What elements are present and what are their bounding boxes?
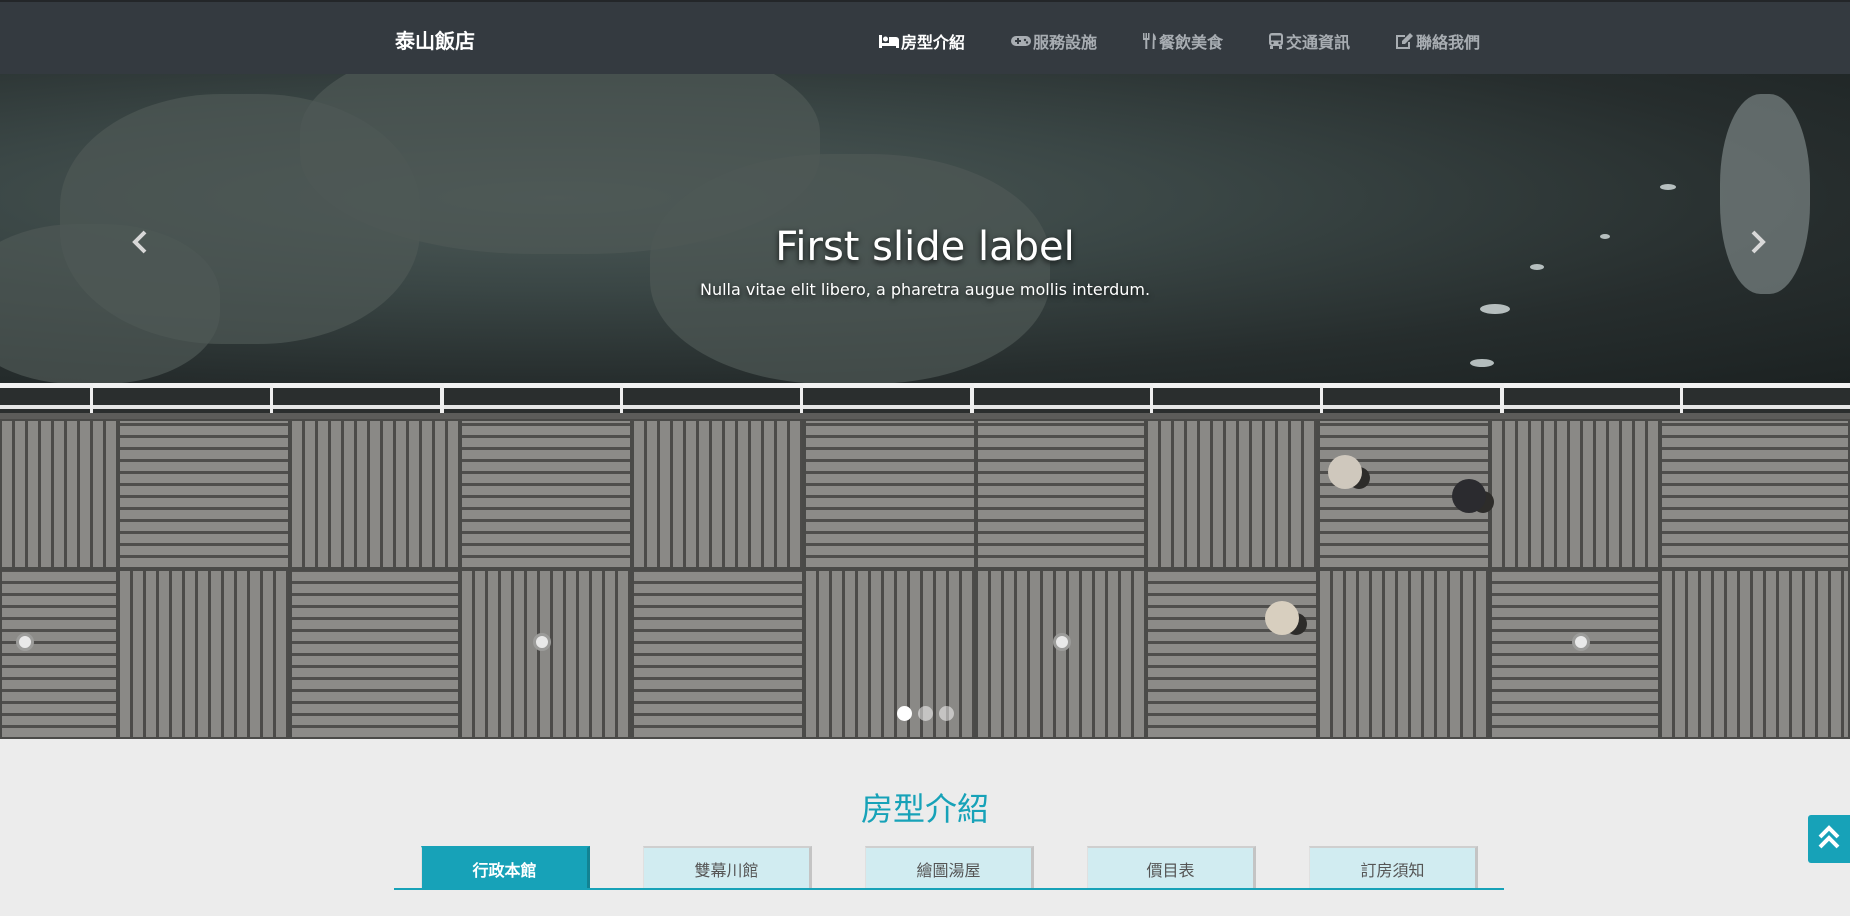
carousel-next-button[interactable] [1728, 214, 1788, 274]
section-title: 房型介紹 [860, 790, 989, 828]
bus-icon [1268, 33, 1284, 49]
deck-panel [1146, 419, 1318, 569]
gamepad-icon [1011, 34, 1031, 48]
navbar: 泰山飯店 房型介紹 服務設施 餐飲美食 交通資訊 聯絡我們 [0, 0, 1850, 74]
nav-label: 交通資訊 [1286, 33, 1351, 52]
tab-price-list[interactable]: 價目表 [1087, 846, 1256, 889]
foam-shape [1470, 359, 1494, 367]
tab-shuangmu-river[interactable]: 雙幕川館 [643, 846, 812, 889]
tab-booking-notes[interactable]: 訂房須知 [1309, 846, 1478, 889]
nav-item-dining[interactable]: 餐飲美食 [1143, 29, 1223, 53]
nav-label: 房型介紹 [901, 33, 966, 52]
slide-caption-title: First slide label [775, 224, 1075, 270]
carousel-indicator-3[interactable] [938, 706, 954, 721]
nav-item-rooms[interactable]: 房型介紹 [879, 29, 965, 53]
deck-panel [632, 419, 804, 569]
nav-item-transport[interactable]: 交通資訊 [1268, 29, 1350, 53]
tab-executive-main[interactable]: 行政本館 [421, 846, 590, 889]
nav-item-contact[interactable]: 聯絡我們 [1396, 29, 1480, 53]
nav-label: 餐飲美食 [1159, 33, 1224, 52]
deck-panel [118, 419, 290, 569]
deck-lamp [1053, 633, 1071, 651]
pedestrian [1328, 455, 1362, 489]
chevron-left-icon [132, 230, 148, 258]
bed-icon [879, 34, 899, 48]
boardwalk [0, 419, 1850, 739]
tab-label: 行政本館 [472, 860, 537, 880]
tab-label: 繪圖湯屋 [916, 860, 981, 880]
pedestrian [1265, 601, 1299, 635]
tab-label: 價目表 [1146, 860, 1195, 880]
double-chevron-up-icon [1817, 823, 1841, 855]
carousel-indicator-1[interactable] [896, 706, 912, 721]
nav-label: 服務設施 [1033, 33, 1098, 52]
railing [0, 383, 1850, 419]
carousel-prev-button[interactable] [110, 214, 170, 274]
hero-carousel: First slide label Nulla vitae elit liber… [0, 74, 1850, 739]
back-to-top-button[interactable] [1808, 815, 1850, 863]
pedestrian [1452, 479, 1486, 513]
deck-panel [1490, 419, 1660, 569]
deck-panel [976, 419, 1146, 569]
slide-caption-text: Nulla vitae elit libero, a pharetra augu… [699, 280, 1151, 299]
nav-item-facilities[interactable]: 服務設施 [1011, 29, 1097, 53]
deck-panel [290, 419, 460, 569]
tabs-underline [394, 888, 1504, 890]
deck-panel [1660, 419, 1850, 569]
foam-shape [1480, 304, 1510, 314]
nav-label: 聯絡我們 [1416, 33, 1481, 52]
tab-painting-spa[interactable]: 繪圖湯屋 [865, 846, 1034, 889]
deck-panel [0, 419, 118, 569]
brand-logo-text[interactable]: 泰山飯店 [395, 25, 475, 54]
chevron-right-icon [1750, 230, 1766, 258]
carousel-indicator-2[interactable] [917, 706, 933, 721]
edit-icon [1396, 33, 1414, 49]
carousel-indicators [0, 706, 1850, 721]
deck-lamp [533, 633, 551, 651]
utensils-icon [1143, 33, 1157, 49]
deck-lamp [16, 633, 34, 651]
tab-label: 訂房須知 [1360, 860, 1425, 880]
foam-shape [1660, 184, 1676, 190]
deck-panel [804, 419, 976, 569]
deck-panel [460, 419, 632, 569]
tab-label: 雙幕川館 [694, 860, 759, 880]
deck-lamp [1572, 633, 1590, 651]
